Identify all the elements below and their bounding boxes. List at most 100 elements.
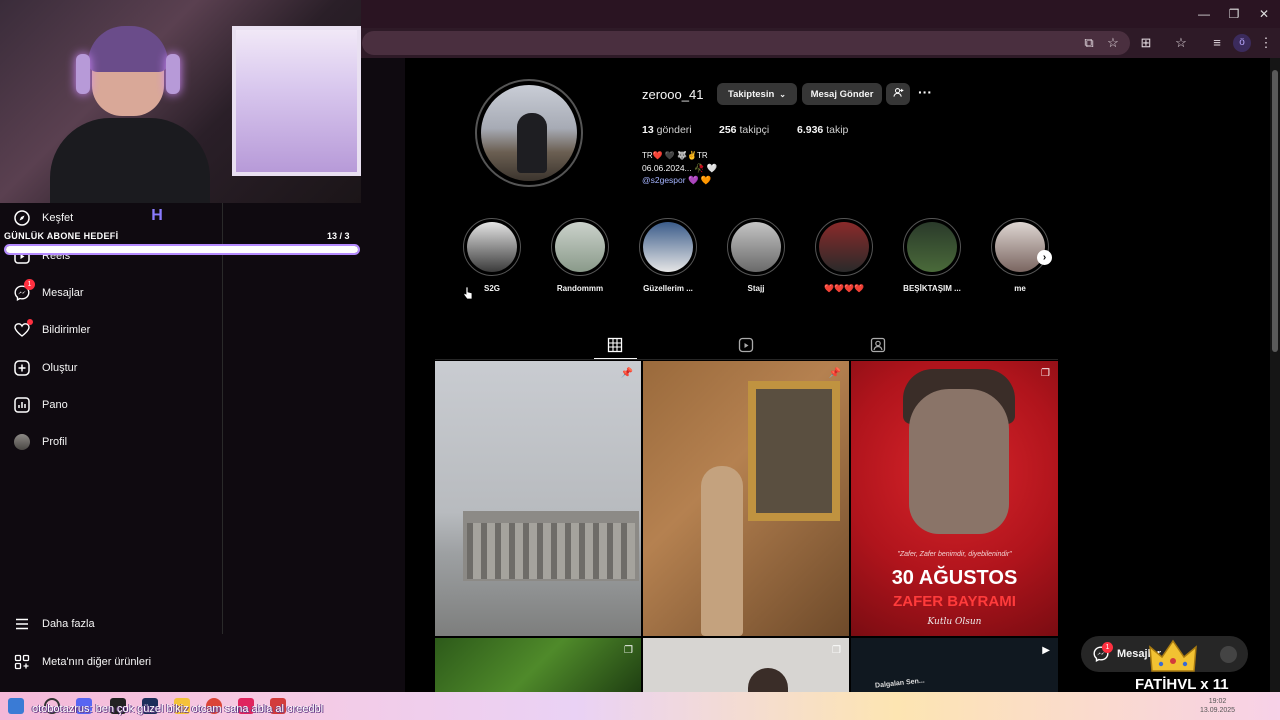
more-options-icon[interactable]: ···	[915, 85, 935, 102]
sidebar-item-notifications[interactable]: Bildirimler	[12, 316, 212, 344]
tabs-divider	[435, 359, 1058, 360]
media-control-icon[interactable]: ≡	[1208, 34, 1226, 52]
followers-count[interactable]: 256 takipçi	[719, 124, 769, 136]
sidebar-item-label: Meta'nın diğer ürünleri	[42, 656, 152, 668]
post-thumbnail[interactable]: 📌	[643, 361, 849, 636]
highlight-label: Stajj	[747, 284, 765, 293]
post-thumbnail[interactable]: 📌	[435, 361, 641, 636]
post-thumbnail[interactable]: ❐	[643, 638, 849, 692]
bio-mention-link[interactable]: @s2gespor 💜 🧡	[642, 175, 712, 186]
highlight-item[interactable]: S2G	[462, 218, 522, 293]
sidebar-item-label: Oluştur	[42, 362, 78, 374]
highlight-item[interactable]: ❤️❤️❤️❤️	[814, 218, 874, 293]
post-script-text: Kutlu Olsun	[927, 617, 982, 627]
install-app-icon[interactable]: ⧉	[1080, 34, 1098, 52]
grid-icon	[12, 652, 32, 672]
bookmark-star-icon[interactable]: ☆	[1104, 34, 1122, 52]
system-clock: 19:02 13.09.2025	[1200, 698, 1236, 714]
start-menu-icon[interactable]	[8, 698, 24, 714]
highlight-item[interactable]: Güzellerim ...	[638, 218, 698, 293]
extensions-icon[interactable]: ⊞	[1137, 34, 1155, 52]
highlight-item[interactable]: Stajj	[726, 218, 786, 293]
reel-icon: ▶	[1042, 645, 1050, 656]
highlight-label: me	[1014, 284, 1026, 293]
sidebar-divider	[222, 145, 223, 634]
active-tab-indicator	[594, 358, 637, 359]
unread-badge: 1	[1102, 642, 1113, 653]
post-subtitle-text: ZAFER BAYRAMI	[893, 593, 1016, 610]
plus-square-icon	[12, 358, 32, 378]
following-button-label: Takiptesin	[728, 88, 775, 100]
sidebar-item-meta-products[interactable]: Meta'nın diğer ürünleri	[12, 648, 212, 676]
pin-icon: 📌	[828, 368, 841, 379]
scrollbar-thumb[interactable]	[1272, 70, 1278, 352]
post-thumbnail[interactable]: "Zafer, Zafer benimdir, diyebilenindir" …	[851, 361, 1058, 636]
streamer-image	[40, 26, 210, 203]
sidebar-item-profile[interactable]: Profil	[12, 428, 212, 456]
avatar	[12, 432, 32, 452]
chevron-down-icon: ⌄	[779, 89, 786, 99]
tab-reels[interactable]	[738, 337, 754, 353]
sub-goal-count: 13 / 3	[327, 231, 350, 241]
restore-icon[interactable]: ❐	[1226, 6, 1242, 22]
following-count[interactable]: 6.936 takip	[797, 124, 848, 136]
profile-username: zerooo_41	[642, 87, 704, 102]
hand-cursor-icon	[463, 286, 473, 300]
sidebar-item-label: Bildirimler	[42, 324, 91, 336]
compass-icon	[12, 208, 32, 228]
sidebar-item-label: Pano	[42, 399, 68, 411]
suggest-user-button[interactable]	[886, 83, 910, 105]
highlight-cover	[907, 222, 957, 272]
minimize-icon[interactable]: —	[1196, 6, 1212, 22]
highlight-item[interactable]: Randommm	[550, 218, 610, 293]
post-thumbnail[interactable]: ❐	[435, 638, 641, 692]
sidebar-item-dashboard[interactable]: Pano	[12, 391, 212, 419]
highlight-item[interactable]: BEŞİKTAŞIM ...	[902, 218, 962, 293]
sidebar-item-explore[interactable]: Keşfet	[12, 204, 212, 232]
sidebar-item-label: Mesajlar	[42, 287, 84, 299]
kebab-menu-icon[interactable]: ⋮	[1257, 34, 1275, 52]
highlight-label: BEŞİKTAŞIM ...	[903, 284, 961, 293]
webcam-overlay	[0, 0, 361, 203]
profile-avatar-large[interactable]	[475, 79, 583, 187]
sub-goal-label: GÜNLÜK ABONE HEDEFİ	[4, 231, 119, 241]
tab-posts[interactable]	[607, 337, 623, 353]
sidebar-item-label: Daha fazla	[42, 618, 95, 630]
pc-case-image	[232, 26, 361, 176]
channel-logo-icon: H	[151, 207, 163, 224]
post-quote-text: "Zafer, Zafer benimdir, diyebilenindir"	[897, 551, 1012, 558]
post-title-text: 30 AĞUSTOS	[891, 567, 1018, 589]
close-icon[interactable]: ✕	[1256, 6, 1272, 22]
add-person-icon	[892, 87, 904, 101]
highlight-cover	[467, 222, 517, 272]
page-scrollbar[interactable]	[1270, 58, 1280, 692]
highlight-cover	[995, 222, 1045, 272]
unread-badge: 1	[24, 279, 35, 290]
highlight-label: Güzellerim ...	[643, 284, 693, 293]
sidebar-item-more[interactable]: Daha fazla	[12, 610, 212, 638]
highlight-cover	[555, 222, 605, 272]
sidebar-item-create[interactable]: Oluştur	[12, 354, 212, 382]
grid-icon	[607, 337, 623, 353]
bio-line: 06.06.2024... 🥀 🤍	[642, 163, 718, 173]
carousel-icon: ❐	[1041, 368, 1050, 379]
profile-avatar[interactable]: ö	[1233, 34, 1251, 52]
avatar	[1220, 646, 1237, 663]
highlight-label: ❤️❤️❤️❤️	[824, 284, 864, 293]
favorites-icon[interactable]: ☆	[1172, 34, 1190, 52]
carousel-icon: ❐	[832, 645, 841, 656]
following-button[interactable]: Takiptesin ⌄	[717, 83, 797, 105]
tagged-icon	[870, 337, 886, 353]
bio-line: TR❤️ 🖤 🐺✌️TR	[642, 151, 708, 160]
address-bar[interactable]: ⧉ ☆	[362, 31, 1130, 55]
crown-icon	[1149, 639, 1197, 672]
tab-tagged[interactable]	[870, 337, 886, 353]
post-caption-text: Dalgalan Sen...	[874, 677, 926, 690]
message-button[interactable]: Mesaj Gönder	[802, 83, 882, 105]
chart-icon	[12, 395, 32, 415]
chevron-right-icon[interactable]: ›	[1037, 250, 1052, 265]
sidebar-item-messages[interactable]: 1 Mesajlar	[12, 279, 212, 307]
post-thumbnail[interactable]: Dalgalan Sen... ▶	[851, 638, 1058, 692]
highlight-cover	[731, 222, 781, 272]
sidebar-item-label: Profil	[42, 436, 68, 448]
